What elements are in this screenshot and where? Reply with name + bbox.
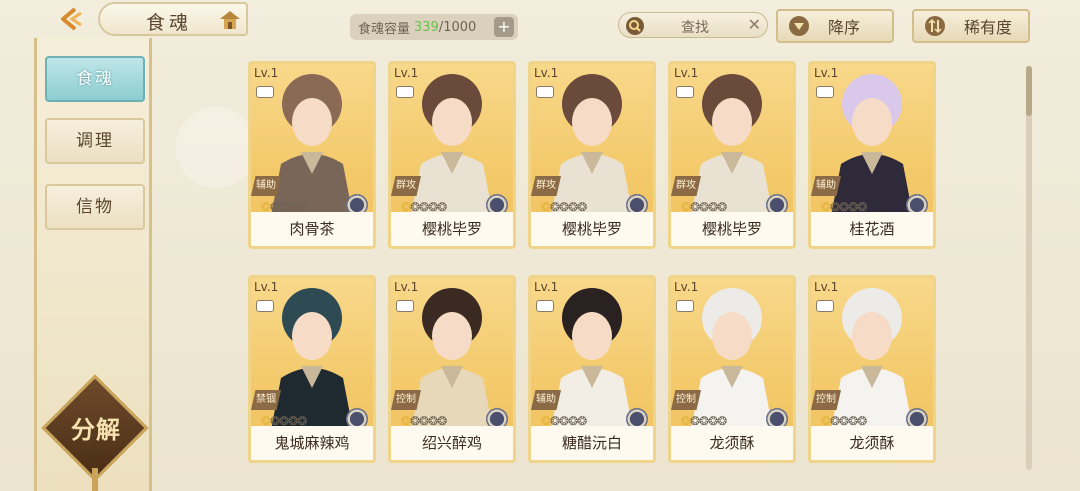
food-soul-card[interactable]: Lv.1 辅助 ❂❂❂❂❂ 糖醋沅白	[528, 275, 656, 463]
role-badge: 群攻	[671, 176, 701, 196]
level-label: Lv.1	[814, 280, 839, 294]
chat-bubble-icon	[396, 300, 414, 312]
sort-toggle-icon	[925, 16, 945, 36]
sidebar-item-cook[interactable]: 调理	[45, 118, 145, 164]
level-label: Lv.1	[814, 66, 839, 80]
level-label: Lv.1	[674, 280, 699, 294]
triangle-down-icon	[789, 16, 809, 36]
role-badge: 辅助	[811, 176, 841, 196]
scrollbar[interactable]	[1026, 66, 1032, 470]
food-soul-card[interactable]: Lv.1 群攻 ❂❂❂❂❂ 樱桃毕罗	[668, 61, 796, 249]
chat-bubble-icon	[536, 86, 554, 98]
character-name: 樱桃毕罗	[531, 212, 653, 246]
sort-rarity-label: 稀有度	[964, 18, 1013, 37]
food-soul-card[interactable]: Lv.1 控制 ❂❂❂❂❂ 龙须酥	[668, 275, 796, 463]
character-name: 鬼城麻辣鸡	[251, 426, 373, 460]
search-input[interactable]: 查找	[681, 17, 709, 37]
level-label: Lv.1	[254, 280, 279, 294]
sort-order-button[interactable]: 降序	[776, 9, 894, 43]
title-tab: 食魂	[98, 2, 248, 36]
home-icon[interactable]	[218, 9, 242, 31]
character-name: 樱桃毕罗	[671, 212, 793, 246]
card-grid: Lv.1 辅助 ❂❂❂❂❂ 肉骨茶 Lv.1 群攻 ❂❂❂❂❂ 樱桃毕罗 Lv.…	[248, 61, 948, 491]
character-name: 肉骨茶	[251, 212, 373, 246]
food-soul-card[interactable]: Lv.1 控制 ❂❂❂❂❂ 绍兴醉鸡	[388, 275, 516, 463]
capacity-display: 食魂容量 339 /1000 +	[350, 14, 518, 40]
chat-bubble-icon	[816, 86, 834, 98]
role-badge: 控制	[671, 390, 701, 410]
food-soul-card[interactable]: Lv.1 群攻 ❂❂❂❂❂ 樱桃毕罗	[528, 61, 656, 249]
food-soul-card[interactable]: Lv.1 辅助 ❂❂❂❂❂ 肉骨茶	[248, 61, 376, 249]
capacity-label: 食魂容量	[358, 21, 411, 37]
chat-bubble-icon	[256, 86, 274, 98]
character-name: 绍兴醉鸡	[391, 426, 513, 460]
capacity-current: 339	[414, 19, 439, 35]
tassel-decoration	[92, 468, 98, 491]
food-soul-card[interactable]: Lv.1 辅助 ❂❂❂❂❂ 桂花酒	[808, 61, 936, 249]
search-icon	[626, 17, 644, 35]
chat-bubble-icon	[396, 86, 414, 98]
chat-bubble-icon	[536, 300, 554, 312]
role-badge: 群攻	[531, 176, 561, 196]
sidebar-item-soul[interactable]: 食魂	[45, 56, 145, 102]
chat-bubble-icon	[256, 300, 274, 312]
role-badge: 群攻	[391, 176, 421, 196]
capacity-max: /1000	[438, 19, 477, 35]
role-badge: 控制	[391, 390, 421, 410]
character-name: 糖醋沅白	[531, 426, 653, 460]
sidebar: 食魂 调理 信物 分解	[34, 38, 152, 491]
character-name: 龙须酥	[671, 426, 793, 460]
character-name: 龙须酥	[811, 426, 933, 460]
clear-search-icon[interactable]: ✕	[748, 15, 761, 34]
chat-bubble-icon	[816, 300, 834, 312]
level-label: Lv.1	[674, 66, 699, 80]
back-arrow-icon	[61, 7, 82, 31]
sort-rarity-button[interactable]: 稀有度	[912, 9, 1030, 43]
page-title: 食魂	[146, 12, 193, 34]
level-label: Lv.1	[394, 280, 419, 294]
role-badge: 辅助	[531, 390, 561, 410]
level-label: Lv.1	[394, 66, 419, 80]
character-name: 樱桃毕罗	[391, 212, 513, 246]
decompose-label: 分解	[71, 416, 121, 444]
role-badge: 控制	[811, 390, 841, 410]
chat-bubble-icon	[676, 300, 694, 312]
scrollbar-thumb[interactable]	[1026, 66, 1032, 116]
role-badge: 禁锢	[251, 390, 281, 410]
character-name: 桂花酒	[811, 212, 933, 246]
chat-bubble-icon	[676, 86, 694, 98]
food-soul-card[interactable]: Lv.1 群攻 ❂❂❂❂❂ 樱桃毕罗	[388, 61, 516, 249]
level-label: Lv.1	[534, 66, 559, 80]
add-capacity-button[interactable]: +	[494, 17, 514, 37]
sort-order-label: 降序	[828, 18, 861, 37]
food-soul-card[interactable]: Lv.1 禁锢 ❂❂❂❂❂ 鬼城麻辣鸡	[248, 275, 376, 463]
top-bar: 食魂 食魂容量 339 /1000 + 查找 ✕ 降序 稀有度	[0, 0, 1080, 48]
back-button[interactable]	[50, 4, 90, 34]
role-badge: 辅助	[251, 176, 281, 196]
food-soul-card[interactable]: Lv.1 控制 ❂❂❂❂❂ 龙须酥	[808, 275, 936, 463]
level-label: Lv.1	[254, 66, 279, 80]
sidebar-item-token[interactable]: 信物	[45, 184, 145, 230]
level-label: Lv.1	[534, 280, 559, 294]
search-box[interactable]: 查找 ✕	[618, 12, 768, 38]
